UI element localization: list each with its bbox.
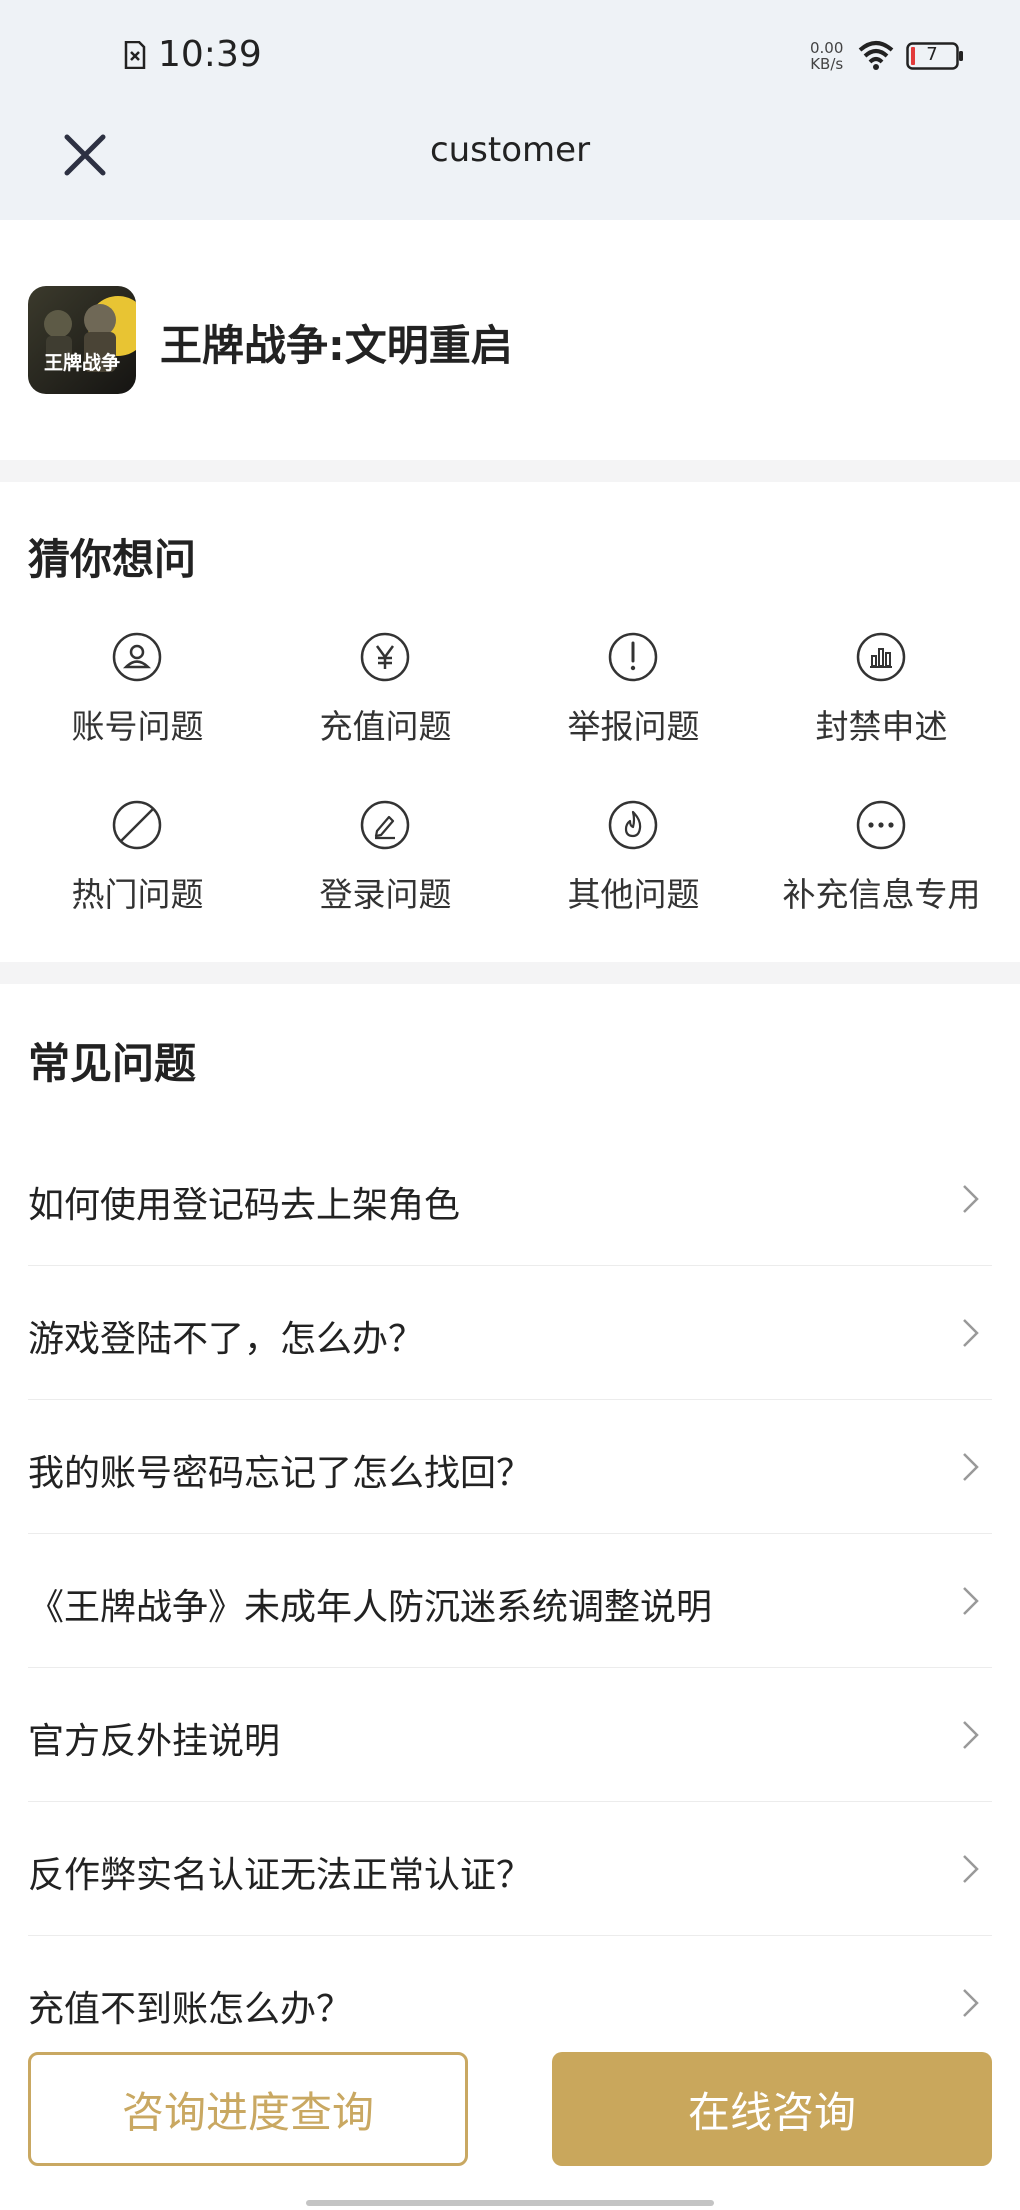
faq-item[interactable]: 我的账号密码忘记了怎么找回？ — [28, 1400, 992, 1534]
wifi-icon — [858, 41, 894, 70]
category-label: 其他问题 — [567, 875, 700, 914]
game-logo-text: 王牌战争 — [43, 352, 120, 374]
category-account[interactable]: 账号问题 — [10, 632, 265, 762]
faq-question: 《王牌战争》未成年人防沉迷系统调整说明 — [28, 1587, 713, 1628]
section-divider — [0, 962, 1020, 984]
faq-question: 官方反外挂说明 — [28, 1721, 281, 1762]
more-icon — [856, 800, 906, 850]
chevron-right-icon — [963, 1319, 979, 1347]
category-recharge[interactable]: 充值问题 — [258, 632, 513, 762]
category-label: 充值问题 — [319, 707, 452, 746]
faq-question: 充值不到账怎么办？ — [28, 1989, 353, 2030]
guess-section: 猜你想问 账号问题 充值问题 举报问题 封禁申述 热门问题 登录问题 其他问题 … — [0, 482, 1020, 962]
net-speed: 0.00 KB/s — [810, 40, 843, 72]
home-indicator[interactable] — [306, 2200, 714, 2206]
category-supplement[interactable]: 补充信息专用 — [754, 800, 1009, 930]
faq-item[interactable]: 反作弊实名认证无法正常认证？ — [28, 1802, 992, 1936]
battery-icon: 7 — [906, 42, 964, 70]
edit-icon — [360, 800, 410, 850]
chevron-right-icon — [963, 1185, 979, 1213]
faq-item[interactable]: 游戏登陆不了，怎么办？ — [28, 1266, 992, 1400]
chart-icon — [856, 632, 906, 682]
faq-item[interactable]: 官方反外挂说明 — [28, 1668, 992, 1802]
sim-icon — [124, 41, 146, 69]
page-title: customer — [429, 130, 591, 170]
yen-icon — [360, 632, 410, 682]
status-bar: 10:39 0.00 KB/s 7 — [0, 0, 1020, 110]
game-card: 王牌战争 王牌战争:文明重启 — [0, 220, 1020, 460]
chevron-right-icon — [963, 1453, 979, 1481]
chevron-right-icon — [963, 1721, 979, 1749]
flame-icon — [608, 800, 658, 850]
alert-icon — [608, 632, 658, 682]
chevron-right-icon — [963, 1587, 979, 1615]
nav-bar: customer — [0, 110, 1020, 220]
faq-item[interactable]: 充值不到账怎么办？ — [28, 1936, 992, 2030]
close-icon[interactable] — [60, 130, 110, 180]
category-label: 热门问题 — [71, 875, 204, 914]
faq-question: 游戏登陆不了，怎么办？ — [28, 1319, 425, 1360]
faq-question: 我的账号密码忘记了怎么找回？ — [28, 1453, 533, 1494]
category-login[interactable]: 登录问题 — [258, 800, 513, 930]
category-hot[interactable]: 热门问题 — [10, 800, 265, 930]
guess-section-title: 猜你想问 — [28, 535, 197, 584]
category-label: 登录问题 — [319, 875, 452, 914]
category-other[interactable]: 其他问题 — [506, 800, 761, 930]
faq-item[interactable]: 《王牌战争》未成年人防沉迷系统调整说明 — [28, 1534, 992, 1668]
game-logo: 王牌战争 — [28, 286, 136, 394]
faq-question: 如何使用登记码去上架角色 — [28, 1185, 461, 1226]
online-consult-button[interactable]: 在线咨询 — [552, 2052, 992, 2166]
game-name: 王牌战争:文明重启 — [160, 321, 513, 370]
status-time: 10:39 — [158, 34, 262, 75]
slash-icon — [112, 800, 162, 850]
consult-progress-button[interactable]: 咨询进度查询 — [28, 2052, 468, 2166]
faq-section: 常见问题 如何使用登记码去上架角色 游戏登陆不了，怎么办？ 我的账号密码忘记了怎… — [0, 984, 1020, 2030]
category-ban-appeal[interactable]: 封禁申述 — [754, 632, 1009, 762]
faq-section-title: 常见问题 — [28, 1039, 197, 1088]
net-speed-value: 0.00 — [810, 39, 844, 57]
category-label: 账号问题 — [71, 707, 204, 746]
faq-question: 反作弊实名认证无法正常认证？ — [28, 1855, 533, 1896]
chevron-right-icon — [963, 1989, 979, 2017]
bottom-action-bar: 咨询进度查询 在线咨询 — [0, 2030, 1020, 2210]
category-label: 补充信息专用 — [782, 875, 981, 914]
net-speed-unit: KB/s — [810, 55, 844, 73]
faq-item[interactable]: 如何使用登记码去上架角色 — [28, 1132, 992, 1266]
category-report[interactable]: 举报问题 — [506, 632, 761, 762]
user-icon — [112, 632, 162, 682]
category-label: 封禁申述 — [815, 707, 948, 746]
section-divider — [0, 460, 1020, 482]
category-label: 举报问题 — [567, 707, 700, 746]
chevron-right-icon — [963, 1855, 979, 1883]
battery-level: 7 — [926, 44, 938, 65]
